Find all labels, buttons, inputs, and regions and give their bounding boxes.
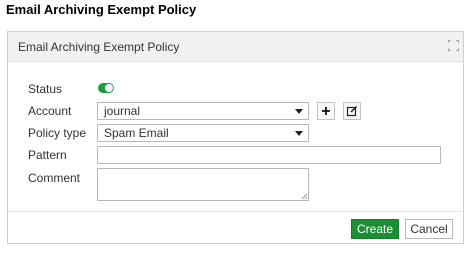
- status-row: Status: [8, 79, 463, 99]
- status-toggle[interactable]: [98, 83, 114, 93]
- policy-type-label: Policy type: [28, 126, 87, 140]
- policy-type-select[interactable]: Spam Email: [97, 124, 309, 142]
- edit-icon: [346, 105, 358, 117]
- footer-divider: [8, 211, 463, 212]
- comment-row: Comment: [8, 168, 463, 202]
- policy-type-row: Policy type Spam Email: [8, 123, 463, 143]
- status-label: Status: [28, 82, 63, 96]
- plus-icon: [322, 107, 330, 115]
- page-title: Email Archiving Exempt Policy: [6, 2, 197, 17]
- dialog-header: Email Archiving Exempt Policy: [8, 32, 463, 62]
- policy-dialog: Email Archiving Exempt Policy Status Acc…: [7, 31, 464, 244]
- account-row: Account journal: [8, 101, 463, 121]
- account-label: Account: [28, 104, 72, 118]
- resize-grip-icon[interactable]: [301, 193, 307, 199]
- account-select-value: journal: [104, 104, 141, 118]
- toggle-knob: [105, 84, 113, 92]
- create-button[interactable]: Create: [351, 219, 399, 239]
- account-select[interactable]: journal: [97, 102, 309, 120]
- comment-label: Comment: [28, 171, 81, 185]
- pattern-label: Pattern: [28, 148, 67, 162]
- pattern-row: Pattern: [8, 145, 463, 165]
- cancel-button[interactable]: Cancel: [405, 219, 453, 239]
- comment-textarea[interactable]: [97, 168, 309, 201]
- maximize-icon[interactable]: [448, 40, 459, 51]
- chevron-down-icon: [295, 109, 303, 114]
- dialog-title: Email Archiving Exempt Policy: [18, 40, 180, 54]
- chevron-down-icon: [295, 131, 303, 136]
- pattern-input[interactable]: [97, 146, 441, 164]
- edit-account-button[interactable]: [343, 102, 361, 120]
- add-account-button[interactable]: [317, 102, 335, 120]
- policy-type-select-value: Spam Email: [104, 126, 169, 140]
